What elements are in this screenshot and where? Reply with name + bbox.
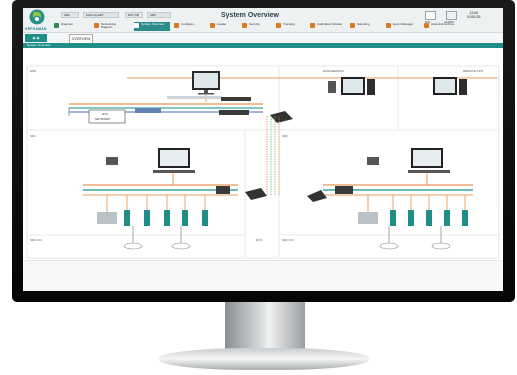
menu-item-label: Diagnost [61, 21, 73, 26]
subtab-bar: ◉ ◉ OVERVIEW [23, 33, 503, 44]
network-icon [94, 23, 99, 28]
screen: KEPSAMAN ABC MAIN ALERT B2C DB ABC Syste… [23, 8, 503, 291]
menu-item-label: Trending [283, 21, 295, 26]
header-field-3: B2C DB [125, 12, 143, 18]
sampling-icon [350, 23, 355, 28]
switch-rack-icon [167, 96, 222, 99]
menu-item-networking[interactable]: Networking Diagram [94, 22, 130, 31]
menu-item-label: Loader [217, 21, 227, 26]
event-icon [386, 23, 391, 28]
zone-label-sr2: SR2 [282, 134, 288, 138]
menu-item-trending[interactable]: Trending [276, 22, 306, 31]
menu-item-loader[interactable]: Loader [210, 22, 238, 31]
gateway-label: RTU [102, 112, 108, 116]
menu-item-label: Networking Diagram [101, 21, 117, 29]
status-area [23, 260, 503, 291]
clock: 12:00 01/01/24 [467, 11, 481, 19]
app-header: KEPSAMAN ABC MAIN ALERT B2C DB ABC Syste… [23, 8, 503, 33]
trending-icon [276, 23, 281, 28]
switch-icon [219, 110, 249, 115]
header-field-1: ABC [61, 12, 79, 18]
zone-label-sr1-io: SR1 IO's [30, 238, 42, 242]
zone-label-sr1: SR1 [30, 134, 36, 138]
zone-label-engineering: ENGINEERING [323, 69, 345, 73]
switch-icon [221, 97, 251, 101]
logo-text: KEPSAMAN [25, 27, 47, 31]
calibration-icon [310, 23, 315, 28]
menu-item-system-overview[interactable]: System Overview [134, 22, 170, 31]
configure-icon [174, 23, 179, 28]
loader-icon [210, 23, 215, 28]
menu-item-calibration[interactable]: Calibration Module [310, 22, 346, 31]
history-icon [424, 23, 429, 28]
main-menu: Diagnost Networking Diagram System Overv… [50, 22, 502, 31]
menu-item-historical[interactable]: Historical Archive [424, 22, 458, 31]
gateway-label: NETWORK [95, 117, 110, 121]
zone-label-esn: ESN [30, 69, 36, 73]
menu-item-label: System Overview [141, 21, 165, 26]
menu-item-label: Event Manager [393, 21, 414, 26]
menu-item-label: Historical Archive [431, 21, 455, 26]
header-field-4: ABC [147, 12, 171, 18]
overview-icon [134, 23, 139, 28]
security-icon [242, 23, 247, 28]
page-title: System Overview [221, 12, 279, 19]
subtab-home[interactable]: ◉ ◉ [25, 34, 47, 42]
menu-item-event-manager[interactable]: Event Manager [386, 22, 420, 31]
clock-date: 01/01/24 [467, 15, 481, 19]
alarm-bell-icon[interactable] [446, 11, 457, 20]
header-field-2: MAIN ALERT [83, 12, 119, 18]
nav-icon[interactable] [425, 11, 436, 20]
zone-label-dcs: DCS [256, 238, 262, 242]
switch-icon [335, 186, 353, 194]
menu-item-label: Configure [181, 21, 195, 26]
tab-strip: System Overview [23, 43, 503, 48]
menu-item-configure[interactable]: Configure [174, 22, 206, 31]
firewall-icon [135, 108, 161, 113]
monitor-stand-base [158, 348, 370, 370]
menu-item-label: Calibration Module [317, 21, 343, 26]
network-diagram: ESN ENGINEERING REMOTE OPS SR1 SR2 SR1 I… [26, 65, 500, 259]
menu-item-diagnost[interactable]: Diagnost [54, 22, 90, 31]
remote-workstation[interactable] [433, 77, 467, 95]
menu-item-label: Sampling [357, 21, 370, 26]
menu-item-security[interactable]: Security [242, 22, 272, 31]
menu-item-label: Security [249, 21, 260, 26]
zone-label-remote: REMOTE OPS [463, 69, 483, 73]
switch-icon [216, 186, 230, 194]
zone-label-sr2-io: SR2 IO's [282, 238, 294, 242]
menu-item-sampling[interactable]: Sampling [350, 22, 382, 31]
diagnost-icon [54, 23, 59, 28]
monitor-stand-neck [225, 302, 305, 354]
